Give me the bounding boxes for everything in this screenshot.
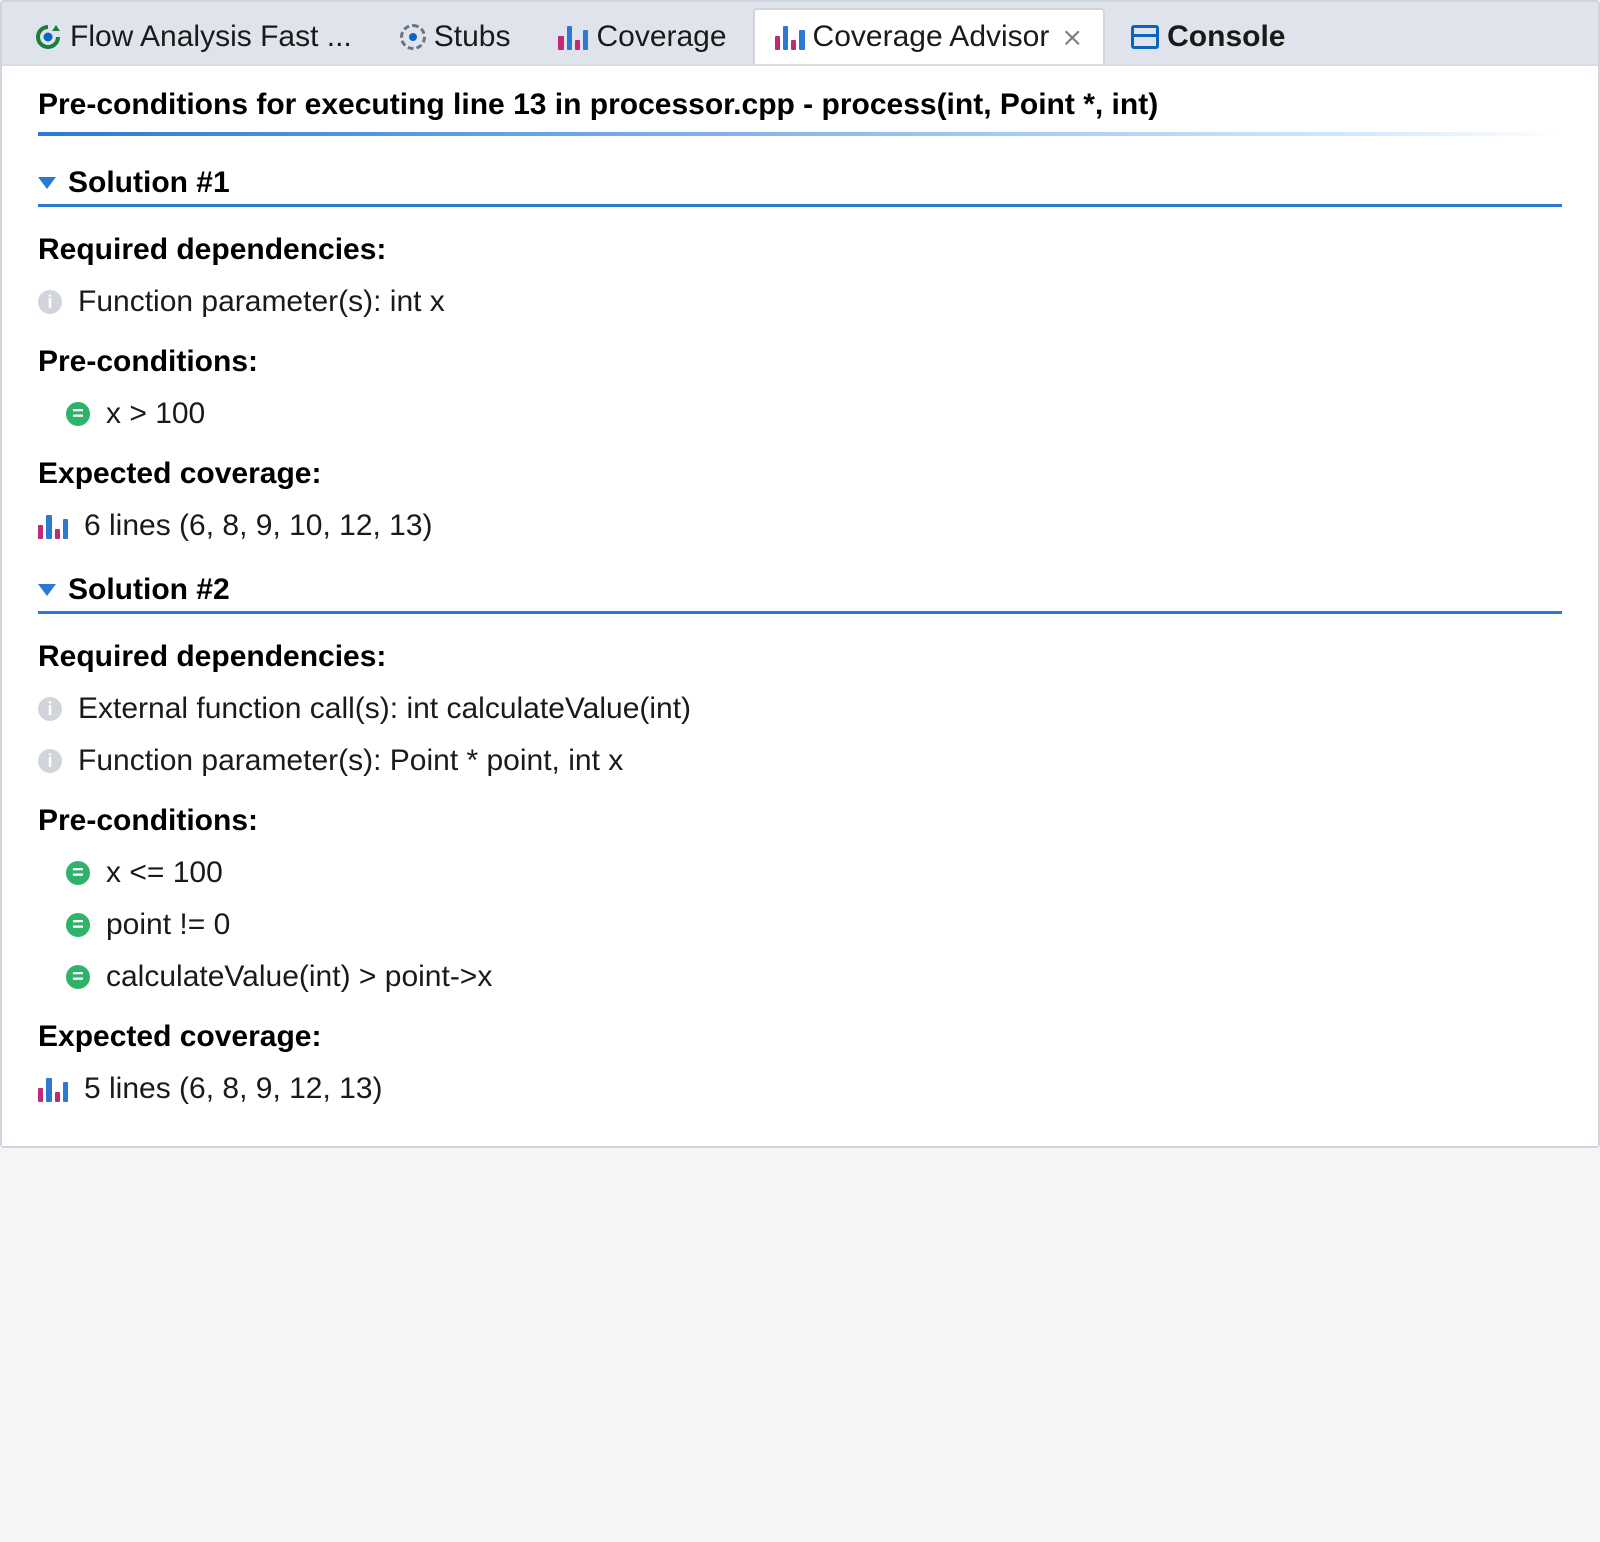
tab-label: Stubs (434, 20, 511, 54)
dependency-row: i Function parameter(s): Point * point, … (38, 744, 1562, 778)
dependency-row: i Function parameter(s): int x (38, 285, 1562, 319)
preconds-heading: Pre-conditions: (38, 345, 1562, 379)
deps-heading: Required dependencies: (38, 233, 1562, 267)
dependency-row: i External function call(s): int calcula… (38, 692, 1562, 726)
precondition-row: = calculateValue(int) > point->x (38, 960, 1562, 994)
precondition-text: x <= 100 (106, 856, 223, 890)
precondition-row: = x > 100 (38, 397, 1562, 431)
coverage-advisor-view: Flow Analysis Fast ... Stubs Coverage Co… (0, 0, 1600, 1148)
tab-bar: Flow Analysis Fast ... Stubs Coverage Co… (2, 2, 1598, 66)
solution-header[interactable]: Solution #1 (38, 166, 1562, 207)
preconds-heading: Pre-conditions: (38, 804, 1562, 838)
page-title: Pre-conditions for executing line 13 in … (38, 84, 1562, 136)
close-icon[interactable]: ⨯ (1061, 22, 1083, 53)
content-pane: Pre-conditions for executing line 13 in … (2, 66, 1598, 1146)
coverage-heading: Expected coverage: (38, 1020, 1562, 1054)
target-icon (400, 24, 426, 50)
deps-heading: Required dependencies: (38, 640, 1562, 674)
solution-header-label: Solution #1 (68, 166, 230, 200)
bars-icon (38, 1076, 68, 1102)
bars-icon (775, 24, 805, 50)
tab-label: Flow Analysis Fast ... (70, 20, 352, 54)
tab-coverage-advisor[interactable]: Coverage Advisor ⨯ (753, 8, 1106, 64)
equals-icon: = (66, 965, 90, 989)
coverage-row: 6 lines (6, 8, 9, 10, 12, 13) (38, 509, 1562, 543)
tab-label: Console (1167, 20, 1285, 54)
precondition-row: = x <= 100 (38, 856, 1562, 890)
refresh-gear-icon (34, 23, 62, 51)
console-icon (1131, 25, 1159, 49)
coverage-heading: Expected coverage: (38, 457, 1562, 491)
info-icon: i (38, 697, 62, 721)
chevron-down-icon (38, 177, 56, 189)
info-icon: i (38, 290, 62, 314)
coverage-row: 5 lines (6, 8, 9, 12, 13) (38, 1072, 1562, 1106)
coverage-text: 6 lines (6, 8, 9, 10, 12, 13) (84, 509, 433, 543)
precondition-row: = point != 0 (38, 908, 1562, 942)
equals-icon: = (66, 861, 90, 885)
tab-stubs[interactable]: Stubs (378, 8, 533, 64)
tab-flow-analysis[interactable]: Flow Analysis Fast ... (12, 8, 374, 64)
precondition-text: point != 0 (106, 908, 230, 942)
precondition-text: calculateValue(int) > point->x (106, 960, 492, 994)
equals-icon: = (66, 402, 90, 426)
tab-console[interactable]: Console (1109, 8, 1307, 64)
chevron-down-icon (38, 584, 56, 596)
tab-label: Coverage (596, 20, 726, 54)
tab-label: Coverage Advisor (813, 20, 1050, 54)
coverage-text: 5 lines (6, 8, 9, 12, 13) (84, 1072, 383, 1106)
equals-icon: = (66, 913, 90, 937)
dependency-text: Function parameter(s): int x (78, 285, 445, 319)
tab-coverage[interactable]: Coverage (536, 8, 748, 64)
solution-header-label: Solution #2 (68, 573, 230, 607)
precondition-text: x > 100 (106, 397, 205, 431)
dependency-text: Function parameter(s): Point * point, in… (78, 744, 623, 778)
solution-header[interactable]: Solution #2 (38, 573, 1562, 614)
bars-icon (558, 24, 588, 50)
bars-icon (38, 513, 68, 539)
info-icon: i (38, 749, 62, 773)
dependency-text: External function call(s): int calculate… (78, 692, 691, 726)
